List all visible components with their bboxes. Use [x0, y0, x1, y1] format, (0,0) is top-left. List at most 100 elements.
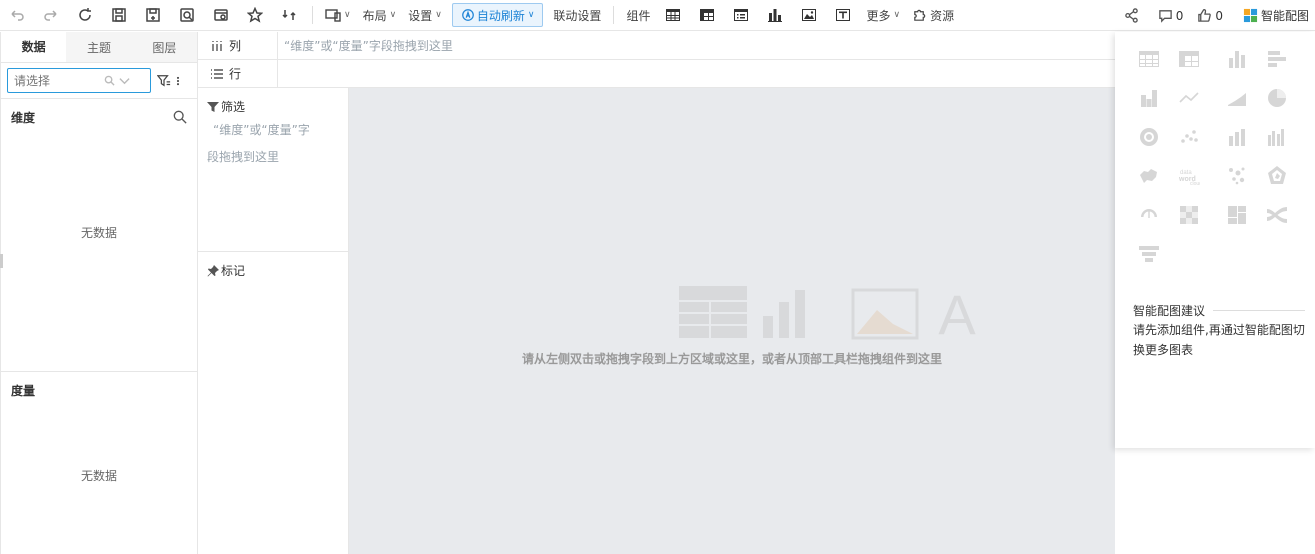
right-tools: 0 0 智能配图 — [1124, 0, 1315, 31]
bar-chart-icon[interactable] — [1223, 45, 1251, 73]
settings-label: 设置 — [408, 8, 433, 23]
word-cloud-chart-icon[interactable]: datawordcloud — [1175, 162, 1203, 190]
tab-data[interactable]: 数据 — [1, 32, 67, 62]
cross-table-chart-icon[interactable] — [1175, 45, 1203, 73]
measure-section: 度量 无数据 — [1, 373, 197, 554]
tab-data-label: 数据 — [21, 39, 46, 54]
sankey-chart-icon[interactable] — [1263, 201, 1291, 229]
area-chart-icon[interactable] — [1223, 84, 1251, 112]
favorite-icon[interactable] — [238, 0, 272, 31]
more-menu[interactable]: 更多 ∨ — [860, 0, 906, 31]
row-shelf-label: 行 — [198, 60, 278, 87]
comment-icon — [1158, 10, 1172, 23]
tab-layers[interactable]: 图层 — [132, 32, 197, 62]
smart-chart-panel: datawordcloud 智能配图建议 请先添加组件,再通过智能配图切换更多图… — [1115, 32, 1315, 448]
field-filter-button[interactable] — [157, 74, 183, 88]
search-icon[interactable] — [173, 110, 187, 124]
filter-icon — [157, 74, 171, 87]
gauge-chart-icon[interactable] — [1135, 201, 1163, 229]
tab-theme[interactable]: 主题 — [66, 32, 131, 62]
suggestion-title: 智能配图建议 — [1133, 304, 1206, 318]
device-dropdown[interactable]: ∨ — [319, 0, 357, 31]
more-vertical-icon[interactable] — [173, 74, 183, 88]
comments-button[interactable]: 0 — [1158, 8, 1184, 23]
filter-drop-hint: “维度”或“度量”字 段拖拽到这里 — [207, 117, 339, 171]
columns-icon — [212, 40, 222, 51]
scatter-chart-icon[interactable] — [1175, 123, 1203, 151]
text-component-icon[interactable] — [826, 0, 860, 31]
dimension-title: 维度 — [11, 110, 36, 125]
cross-table-component-icon[interactable] — [690, 0, 724, 31]
detail-table-component-icon[interactable] — [724, 0, 758, 31]
dataset-select[interactable] — [7, 68, 151, 93]
component-label-text: 组件 — [626, 8, 651, 23]
panel-resize-handle[interactable] — [0, 254, 3, 268]
horizontal-bar-chart-icon[interactable] — [1263, 45, 1291, 73]
rows-icon — [211, 68, 223, 79]
mark-area[interactable]: 标记 — [198, 252, 348, 289]
like-button[interactable]: 0 — [1197, 8, 1223, 23]
smart-chart-label: 智能配图 — [1260, 9, 1309, 23]
stacked-bar-chart-icon[interactable] — [1135, 84, 1163, 112]
resources-label: 资源 — [930, 8, 955, 23]
smart-chart-icon — [1243, 8, 1258, 23]
refresh-icon[interactable] — [68, 0, 102, 31]
line-chart-icon[interactable] — [1175, 84, 1203, 112]
more-label: 更多 — [866, 8, 891, 23]
filter-title: 筛选 — [207, 98, 339, 115]
chevron-down-icon: ∨ — [435, 10, 442, 20]
data-panel-tabs: 数据 主题 图层 — [1, 32, 197, 63]
measure-header: 度量 — [1, 373, 197, 407]
puzzle-icon — [914, 9, 926, 21]
filter-drop-zone[interactable]: 筛选 “维度”或“度量”字 段拖拽到这里 — [198, 88, 348, 252]
component-label: 组件 — [620, 0, 656, 31]
radar-chart-icon[interactable] — [1263, 162, 1291, 190]
dimension-header: 维度 — [1, 100, 197, 134]
linkage-settings-button[interactable]: 联动设置 — [547, 0, 607, 31]
comments-count: 0 — [1175, 8, 1184, 23]
filter-icon — [207, 101, 219, 112]
redo-icon[interactable] — [34, 0, 68, 31]
dataset-select-input[interactable] — [14, 73, 100, 88]
undo-icon[interactable] — [0, 0, 34, 31]
dashboard-canvas[interactable]: A 请从左侧双击或拖拽字段到上方区域或这里，或者从顶部工具栏拖拽组件到这里 — [349, 88, 1115, 554]
multi-bar-chart-icon[interactable] — [1263, 123, 1291, 151]
share-icon — [1124, 8, 1138, 23]
settings-menu[interactable]: 设置 ∨ — [402, 0, 448, 31]
measure-empty-text: 无数据 — [80, 469, 117, 483]
filter-mark-panel: 筛选 “维度”或“度量”字 段拖拽到这里 标记 — [198, 88, 349, 554]
linkage-label: 联动设置 — [553, 8, 602, 23]
smart-chart-button[interactable]: 智能配图 — [1243, 7, 1309, 24]
device-icon — [325, 9, 341, 22]
schedule-icon[interactable] — [204, 0, 238, 31]
table-component-icon[interactable] — [656, 0, 690, 31]
bar-chart-component-icon[interactable] — [758, 0, 792, 31]
resources-button[interactable]: 资源 — [906, 0, 960, 31]
row-shelf[interactable]: 行 — [198, 60, 1115, 88]
funnel-chart-icon[interactable] — [1135, 240, 1163, 268]
layout-menu[interactable]: 布局 ∨ — [357, 0, 403, 31]
heatmap-chart-icon[interactable] — [1175, 201, 1203, 229]
share-button[interactable] — [1124, 8, 1142, 23]
combo-chart-icon[interactable] — [1223, 123, 1251, 151]
save-icon[interactable] — [102, 0, 136, 31]
auto-refresh-label: 自动刷新 — [476, 8, 525, 23]
tab-layers-label: 图层 — [152, 40, 177, 55]
chevron-down-icon: ∨ — [527, 10, 535, 20]
swap-icon[interactable] — [272, 0, 306, 31]
auto-refresh-button[interactable]: 自动刷新 ∨ — [451, 3, 544, 27]
pie-chart-icon[interactable] — [1263, 84, 1291, 112]
preview-icon[interactable] — [170, 0, 204, 31]
treemap-chart-icon[interactable] — [1223, 201, 1251, 229]
row-column-shelf: 列 “维度”或“度量”字段拖拽到这里 行 — [198, 32, 1115, 88]
ring-chart-icon[interactable] — [1135, 123, 1163, 151]
svg-text:cloud: cloud — [1190, 181, 1200, 187]
dot-map-chart-icon[interactable] — [1223, 162, 1251, 190]
table-chart-icon[interactable] — [1135, 45, 1163, 73]
map-chart-icon[interactable] — [1135, 162, 1163, 190]
image-component-icon[interactable] — [792, 0, 826, 31]
auto-refresh-icon — [461, 9, 474, 21]
chevron-down-icon: ∨ — [893, 10, 901, 20]
save-as-icon[interactable] — [136, 0, 170, 31]
column-shelf[interactable]: 列 “维度”或“度量”字段拖拽到这里 — [198, 32, 1115, 60]
